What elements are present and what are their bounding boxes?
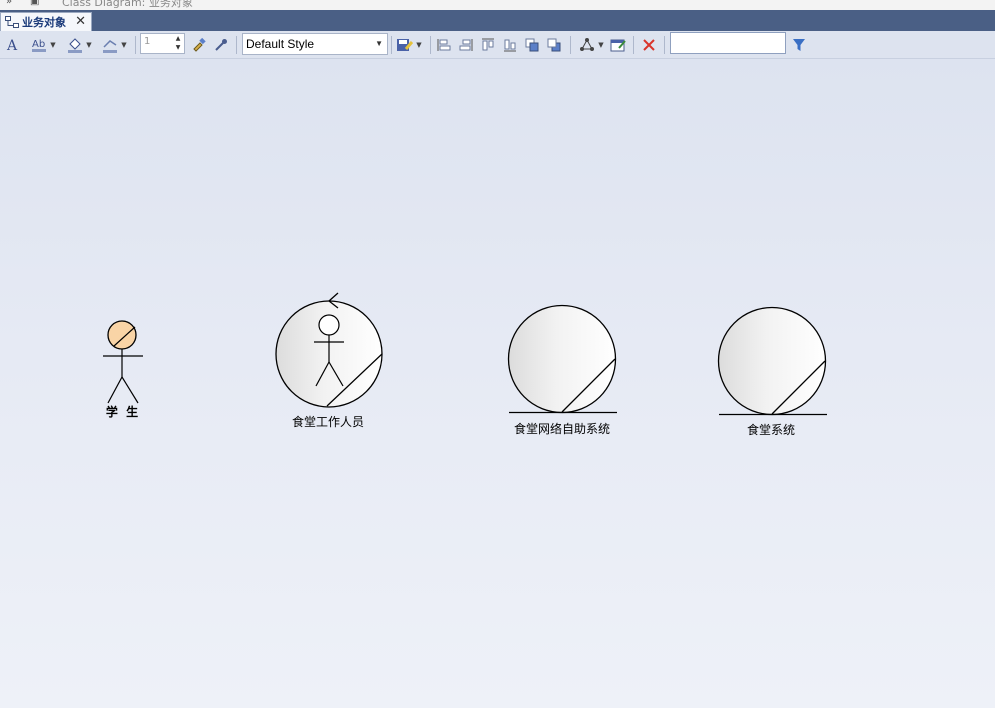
align-bottom-icon bbox=[504, 39, 516, 52]
eyedropper-button[interactable] bbox=[212, 35, 230, 55]
font-color-icon: Ab bbox=[32, 39, 47, 52]
chevron-down-icon: ▼ bbox=[375, 39, 383, 48]
bring-front-icon bbox=[525, 38, 539, 52]
fill-color-icon bbox=[68, 38, 83, 53]
window-title: Class Diagram: 业务对象 bbox=[62, 0, 193, 9]
svg-text:Ab: Ab bbox=[32, 39, 45, 50]
style-select-value: Default Style bbox=[246, 37, 315, 51]
line-width-value: 1 bbox=[144, 36, 151, 47]
fill-color-button[interactable]: ▼ bbox=[62, 35, 96, 55]
align-top-icon bbox=[482, 38, 494, 51]
search-input[interactable] bbox=[670, 32, 786, 54]
line-color-icon bbox=[103, 40, 118, 53]
font-icon: A bbox=[6, 38, 18, 53]
delete-icon bbox=[643, 39, 655, 51]
align-left-button[interactable] bbox=[435, 35, 453, 55]
align-bottom-button[interactable] bbox=[501, 35, 519, 55]
align-right-button[interactable] bbox=[457, 35, 475, 55]
line-width-stepper[interactable]: 1 ▲ ▼ bbox=[140, 33, 185, 54]
node-label-canteen-system: 食堂系统 bbox=[746, 423, 796, 437]
send-back-button[interactable] bbox=[545, 35, 563, 55]
properties-button[interactable] bbox=[609, 35, 627, 55]
diagram-canvas[interactable]: 学 生 食堂工作人员 食堂网络自助系统 食堂系统 bbox=[0, 59, 995, 708]
align-left-icon bbox=[437, 39, 451, 51]
diagram-icon: ▣ bbox=[30, 0, 40, 7]
format-painter-icon bbox=[193, 37, 206, 52]
business-entity-canteen-network-system[interactable] bbox=[507, 304, 618, 414]
delete-button[interactable] bbox=[640, 35, 658, 55]
align-top-button[interactable] bbox=[479, 35, 497, 55]
close-icon[interactable]: ✕ bbox=[75, 14, 86, 29]
stepper-buttons[interactable]: ▲ ▼ bbox=[172, 34, 184, 53]
font-color-button[interactable]: Ab ▼ bbox=[26, 35, 60, 55]
actor-student[interactable] bbox=[103, 320, 143, 404]
align-right-icon bbox=[459, 39, 473, 51]
style-select[interactable]: Default Style ▼ bbox=[242, 33, 388, 55]
filter-icon bbox=[793, 39, 805, 51]
window-menu-icon[interactable]: » bbox=[6, 0, 12, 7]
send-back-icon bbox=[547, 38, 561, 52]
style-save-icon bbox=[397, 39, 414, 51]
line-color-button[interactable]: ▼ bbox=[98, 35, 130, 55]
tab-business-objects[interactable]: 业务对象 ✕ bbox=[0, 12, 92, 31]
class-diagram-icon bbox=[5, 16, 19, 28]
node-label-canteen-staff: 食堂工作人员 bbox=[291, 415, 365, 429]
node-label-student: 学 生 bbox=[105, 405, 141, 419]
tab-label: 业务对象 bbox=[22, 16, 66, 29]
properties-icon bbox=[610, 39, 626, 52]
filter-button[interactable] bbox=[790, 35, 808, 55]
svg-text:A: A bbox=[6, 38, 18, 53]
business-worker-canteen-staff[interactable] bbox=[275, 292, 383, 408]
window-title-bar: » ▣ Class Diagram: 业务对象 bbox=[0, 0, 995, 10]
font-button[interactable]: A bbox=[4, 35, 22, 55]
eyedropper-icon bbox=[215, 39, 227, 51]
layout-button[interactable]: ▼ bbox=[576, 35, 606, 55]
format-painter-button[interactable] bbox=[190, 35, 208, 55]
bring-front-button[interactable] bbox=[523, 35, 541, 55]
layout-icon bbox=[580, 38, 595, 51]
business-entity-canteen-system[interactable] bbox=[717, 306, 828, 416]
tab-bar: 业务对象 ✕ bbox=[0, 10, 995, 31]
style-save-button[interactable]: ▼ bbox=[394, 35, 424, 55]
node-label-canteen-network-system: 食堂网络自助系统 bbox=[513, 422, 611, 436]
